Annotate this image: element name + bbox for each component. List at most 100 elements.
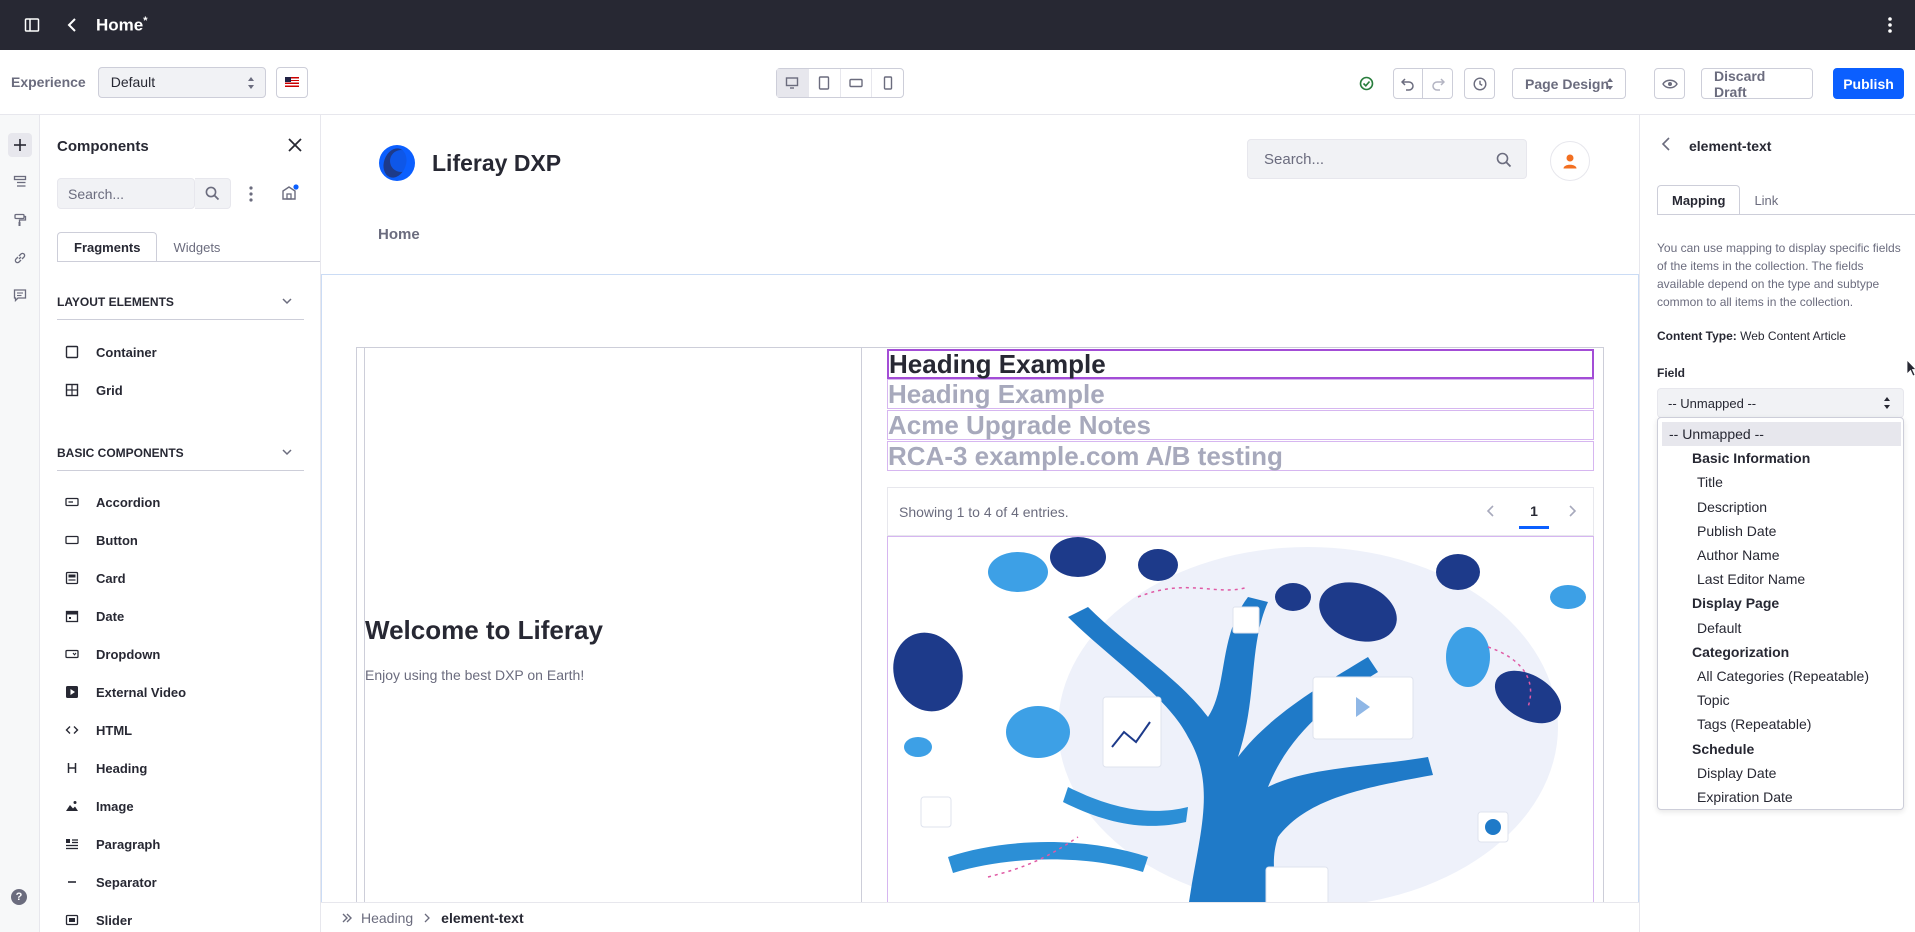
component-label: Button xyxy=(96,532,138,548)
pagination-page-1[interactable]: 1 xyxy=(1519,495,1549,529)
us-flag-icon xyxy=(284,77,299,87)
component-grid[interactable]: Grid xyxy=(64,380,123,400)
saved-check-icon xyxy=(1358,76,1374,92)
undo-button[interactable] xyxy=(1393,68,1423,99)
landscape-phone-icon xyxy=(849,78,863,88)
tab-mapping[interactable]: Mapping xyxy=(1657,185,1741,215)
page-design-select[interactable]: Page Design xyxy=(1512,68,1626,99)
desktop-device-button[interactable] xyxy=(777,69,809,97)
user-avatar[interactable] xyxy=(1550,141,1590,181)
desktop-icon xyxy=(786,77,799,89)
page-mapping-button[interactable] xyxy=(8,246,32,270)
collection-item-heading[interactable]: Acme Upgrade Notes xyxy=(887,410,1594,440)
component-html[interactable]: HTML xyxy=(64,720,132,740)
add-components-button[interactable] xyxy=(8,133,32,157)
portrait-device-button[interactable] xyxy=(872,69,903,97)
page-design-options-button[interactable] xyxy=(8,208,32,232)
kebab-menu-icon[interactable] xyxy=(1887,15,1893,35)
language-button[interactable] xyxy=(275,66,308,98)
field-select[interactable]: -- Unmapped -- xyxy=(1657,388,1904,418)
field-option[interactable]: Description xyxy=(1658,495,1905,519)
component-dropdown[interactable]: Dropdown xyxy=(64,644,160,664)
tab-widgets[interactable]: Widgets xyxy=(157,232,236,262)
landscape-device-button[interactable] xyxy=(841,69,873,97)
layout-elements-label: LAYOUT ELEMENTS xyxy=(57,294,174,309)
breadcrumb-heading[interactable]: Heading xyxy=(361,910,413,926)
field-option[interactable]: All Categories (Repeatable) xyxy=(1658,664,1905,688)
component-card[interactable]: Card xyxy=(64,568,126,588)
component-label: Slider xyxy=(96,912,133,928)
component-label: Card xyxy=(96,570,126,586)
site-search-input[interactable]: Search... xyxy=(1247,139,1527,179)
tab-fragments[interactable]: Fragments xyxy=(57,232,158,262)
field-option[interactable]: Author Name xyxy=(1658,543,1905,567)
history-wrap xyxy=(1464,68,1495,99)
components-search-button[interactable] xyxy=(195,178,231,209)
fragment-set-icon[interactable] xyxy=(280,183,300,203)
comments-button[interactable] xyxy=(8,283,32,307)
redo-button[interactable] xyxy=(1423,68,1453,99)
layout-elements-section[interactable]: LAYOUT ELEMENTS xyxy=(57,284,304,320)
liferay-logo-icon[interactable] xyxy=(377,143,417,183)
component-button[interactable]: Button xyxy=(64,530,138,550)
editor-toolbar: Experience Default xyxy=(0,50,1915,115)
field-option[interactable]: Default xyxy=(1658,616,1905,640)
browser-button[interactable] xyxy=(8,170,32,194)
search-icon[interactable] xyxy=(1496,152,1512,168)
accordion-icon xyxy=(64,494,80,510)
collection-item-heading[interactable]: Heading Example xyxy=(887,349,1594,379)
field-option[interactable]: Last Editor Name xyxy=(1658,567,1905,591)
components-search-input[interactable]: Search... xyxy=(57,178,195,209)
field-option[interactable]: Display Date xyxy=(1658,761,1905,785)
back-icon[interactable] xyxy=(64,17,80,33)
content-type-value: Web Content Article xyxy=(1740,329,1846,343)
history-button[interactable] xyxy=(1464,68,1495,99)
field-option[interactable]: Title xyxy=(1658,470,1905,494)
welcome-paragraph[interactable]: Enjoy using the best DXP on Earth! xyxy=(365,667,584,683)
basic-components-section[interactable]: BASIC COMPONENTS xyxy=(57,435,304,471)
component-paragraph[interactable]: Paragraph xyxy=(64,834,160,854)
field-options-dropdown: -- Unmapped -- Basic Information Title Desc… xyxy=(1657,417,1904,810)
back-icon[interactable] xyxy=(1660,137,1672,151)
publish-button[interactable]: Publish xyxy=(1833,68,1904,99)
calendar-icon xyxy=(64,608,80,624)
component-image[interactable]: Image xyxy=(64,796,134,816)
sidebar-toggle-icon[interactable] xyxy=(22,15,42,35)
field-select-value: -- Unmapped -- xyxy=(1668,395,1757,411)
select-arrows-icon xyxy=(1607,78,1613,90)
component-container[interactable]: Container xyxy=(64,342,157,362)
panel-kebab-icon[interactable] xyxy=(248,185,254,203)
tab-link[interactable]: Link xyxy=(1740,185,1792,215)
discard-draft-button[interactable]: Discard Draft xyxy=(1701,68,1813,100)
component-date[interactable]: Date xyxy=(64,606,124,626)
welcome-heading[interactable]: Welcome to Liferay xyxy=(365,615,603,646)
chevron-right-icon[interactable] xyxy=(1565,504,1579,518)
component-external-video[interactable]: External Video xyxy=(64,682,186,702)
close-icon[interactable] xyxy=(287,137,303,153)
experience-select[interactable]: Default xyxy=(97,66,266,98)
field-option[interactable]: Expiration Date xyxy=(1658,785,1905,809)
component-separator[interactable]: Separator xyxy=(64,872,157,892)
component-accordion[interactable]: Accordion xyxy=(64,492,160,512)
field-option[interactable]: Tags (Repeatable) xyxy=(1658,712,1905,736)
toolbar-actions xyxy=(1358,68,1374,99)
preview-button[interactable] xyxy=(1654,68,1685,99)
content-type-info: Content Type: Web Content Article xyxy=(1657,329,1846,343)
chevron-left-icon[interactable] xyxy=(1484,504,1498,518)
help-icon[interactable]: ? xyxy=(11,889,27,905)
component-heading[interactable]: Heading xyxy=(64,758,147,778)
field-option[interactable]: -- Unmapped -- xyxy=(1662,422,1901,446)
collection-item-heading[interactable]: RCA-3 example.com A/B testing xyxy=(887,441,1594,471)
select-arrows-icon xyxy=(247,76,254,89)
collection-item-heading[interactable]: Heading Example xyxy=(887,379,1594,409)
component-label: Container xyxy=(96,344,157,360)
tablet-device-button[interactable] xyxy=(809,69,841,97)
double-chevron-icon[interactable] xyxy=(341,912,353,924)
site-name[interactable]: Liferay DXP xyxy=(432,150,561,177)
nav-home-link[interactable]: Home xyxy=(378,226,420,243)
component-label: Heading xyxy=(96,760,148,776)
component-slider[interactable]: Slider xyxy=(64,910,132,930)
field-option[interactable]: Publish Date xyxy=(1658,519,1905,543)
field-option[interactable]: Topic xyxy=(1658,688,1905,712)
basic-components-label: BASIC COMPONENTS xyxy=(57,445,184,460)
